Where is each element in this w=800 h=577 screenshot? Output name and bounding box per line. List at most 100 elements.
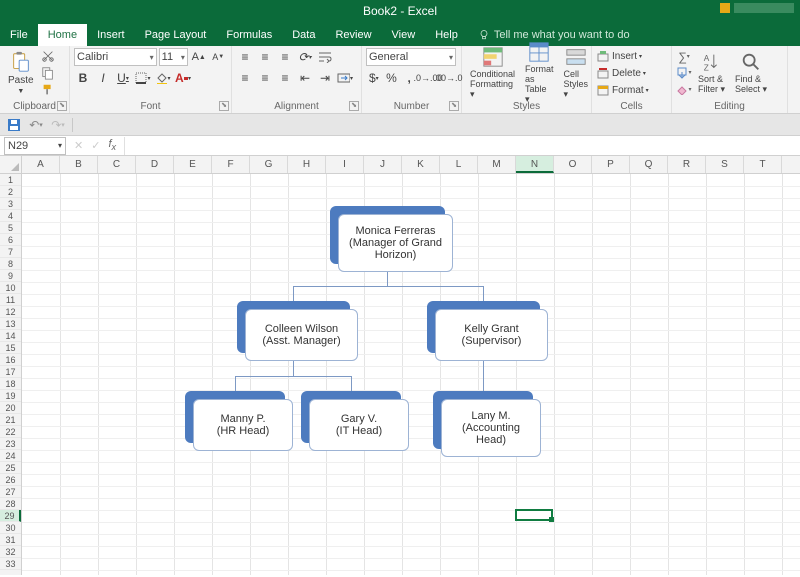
org-chart[interactable]: Monica Ferreras(Manager of Grand Horizon… [185,206,605,521]
font-color-button[interactable]: A▾ [174,69,192,87]
tab-file[interactable]: File [0,24,38,46]
column-header-S[interactable]: S [706,156,744,173]
column-header-B[interactable]: B [60,156,98,173]
redo-button[interactable]: ↷▾ [50,117,66,133]
tab-help[interactable]: Help [425,24,468,46]
tab-view[interactable]: View [382,24,426,46]
user-avatar[interactable] [720,3,730,13]
decrease-indent-button[interactable]: ⇤ [296,69,314,87]
increase-indent-button[interactable]: ⇥ [316,69,334,87]
cancel-formula-button[interactable]: ✕ [74,139,83,152]
tab-page-layout[interactable]: Page Layout [135,24,217,46]
tab-home[interactable]: Home [38,24,87,46]
row-header-13[interactable]: 13 [0,318,21,330]
column-header-G[interactable]: G [250,156,288,173]
name-box[interactable]: N29▾ [4,137,66,155]
row-header-8[interactable]: 8 [0,258,21,270]
shrink-font-button[interactable]: A▼ [209,48,227,66]
number-dialog-launcher[interactable]: ⬊ [449,101,459,111]
user-name[interactable] [734,3,794,13]
fill-color-button[interactable]: ▾ [154,69,172,87]
row-headers[interactable]: 1234567891011121314151617181920212223242… [0,174,22,575]
decrease-decimal-button[interactable]: .00→.0 [439,69,457,87]
tab-review[interactable]: Review [325,24,381,46]
row-header-19[interactable]: 19 [0,390,21,402]
italic-button[interactable]: I [94,69,112,87]
column-header-N[interactable]: N [516,156,554,173]
row-header-11[interactable]: 11 [0,294,21,306]
row-header-4[interactable]: 4 [0,210,21,222]
row-header-33[interactable]: 33 [0,558,21,570]
copy-button[interactable] [40,65,56,81]
align-bottom-button[interactable]: ≡ [276,48,294,66]
org-node-lany[interactable]: Lany M.(Accounting Head) [433,391,533,449]
column-header-T[interactable]: T [744,156,782,173]
row-header-21[interactable]: 21 [0,414,21,426]
merge-button[interactable]: ▾ [336,69,354,87]
org-node-gary[interactable]: Gary V.(IT Head) [301,391,401,443]
row-header-30[interactable]: 30 [0,522,21,534]
row-header-27[interactable]: 27 [0,486,21,498]
row-header-6[interactable]: 6 [0,234,21,246]
column-header-L[interactable]: L [440,156,478,173]
tab-formulas[interactable]: Formulas [216,24,282,46]
formula-input[interactable] [124,137,800,155]
tab-data[interactable]: Data [282,24,325,46]
row-header-20[interactable]: 20 [0,402,21,414]
clear-button[interactable]: ▾ [676,82,692,97]
clipboard-dialog-launcher[interactable]: ⬊ [57,101,67,111]
row-header-32[interactable]: 32 [0,546,21,558]
row-header-29[interactable]: 29 [0,510,21,522]
column-header-C[interactable]: C [98,156,136,173]
fx-button[interactable]: fx [108,138,116,152]
alignment-dialog-launcher[interactable]: ⬊ [349,101,359,111]
font-name-select[interactable]: Calibri▾ [74,48,157,66]
format-painter-button[interactable] [40,82,56,98]
paste-button[interactable]: Paste ▼ [4,49,38,97]
row-header-18[interactable]: 18 [0,378,21,390]
column-header-R[interactable]: R [668,156,706,173]
row-header-23[interactable]: 23 [0,438,21,450]
enter-formula-button[interactable]: ✓ [91,139,100,152]
row-header-10[interactable]: 10 [0,282,21,294]
autosum-button[interactable]: ∑▾ [676,49,692,64]
org-node-colleen[interactable]: Colleen Wilson(Asst. Manager) [237,301,350,353]
find-select-button[interactable]: Find &Select ▾ [731,49,771,97]
wrap-text-button[interactable] [316,48,334,66]
column-header-F[interactable]: F [212,156,250,173]
row-header-12[interactable]: 12 [0,306,21,318]
worksheet[interactable]: ABCDEFGHIJKLMNOPQRST 1234567891011121314… [0,156,800,575]
row-header-1[interactable]: 1 [0,174,21,186]
accounting-button[interactable]: $▾ [366,69,382,87]
number-format-select[interactable]: General▾ [366,48,456,66]
sort-filter-button[interactable]: AZ Sort &Filter ▾ [694,49,729,97]
insert-cells-button[interactable]: Insert ▾ [596,48,667,64]
cell-styles-button[interactable]: CellStyles ▾ [560,44,593,102]
column-header-J[interactable]: J [364,156,402,173]
org-node-manny[interactable]: Manny P.(HR Head) [185,391,285,443]
org-node-kelly[interactable]: Kelly Grant(Supervisor) [427,301,540,353]
select-all-corner[interactable] [0,156,22,174]
column-header-E[interactable]: E [174,156,212,173]
row-header-26[interactable]: 26 [0,474,21,486]
column-header-K[interactable]: K [402,156,440,173]
column-headers[interactable]: ABCDEFGHIJKLMNOPQRST [22,156,800,174]
row-header-14[interactable]: 14 [0,330,21,342]
tab-insert[interactable]: Insert [87,24,135,46]
column-header-D[interactable]: D [136,156,174,173]
format-cells-button[interactable]: Format ▾ [596,82,667,98]
row-header-17[interactable]: 17 [0,366,21,378]
row-header-25[interactable]: 25 [0,462,21,474]
borders-button[interactable]: ▾ [134,69,152,87]
conditional-formatting-button[interactable]: ConditionalFormatting ▾ [466,44,519,102]
column-header-P[interactable]: P [592,156,630,173]
row-header-5[interactable]: 5 [0,222,21,234]
underline-button[interactable]: U▾ [114,69,132,87]
fill-button[interactable]: ▾ [676,65,692,80]
org-node-monica[interactable]: Monica Ferreras(Manager of Grand Horizon… [330,206,445,264]
row-header-22[interactable]: 22 [0,426,21,438]
column-header-H[interactable]: H [288,156,326,173]
row-header-15[interactable]: 15 [0,342,21,354]
percent-button[interactable]: % [384,69,400,87]
column-header-O[interactable]: O [554,156,592,173]
